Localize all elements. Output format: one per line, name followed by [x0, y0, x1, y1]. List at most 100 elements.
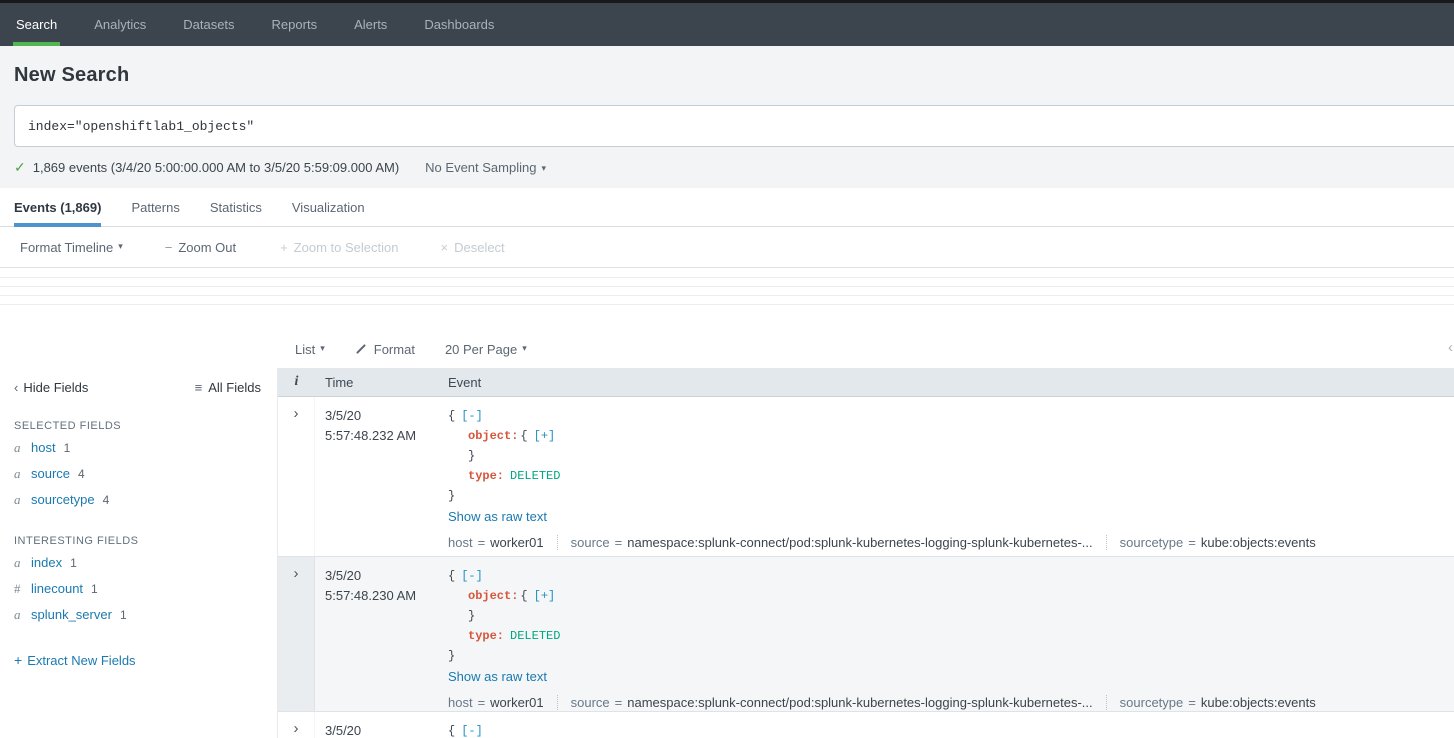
deselect-button[interactable]: ×Deselect: [441, 240, 505, 255]
list-view-label: List: [295, 342, 315, 357]
field-label: sourcetype: [1120, 535, 1184, 550]
zoom-out-button[interactable]: −Zoom Out: [165, 240, 236, 255]
collapse-node-button[interactable]: [-]: [461, 409, 483, 423]
collapse-node-button[interactable]: [-]: [461, 569, 483, 583]
json-line: {[-]: [448, 566, 1438, 586]
expand-node-button[interactable]: [+]: [534, 429, 556, 443]
field-label: source: [571, 535, 610, 550]
chevron-left-icon: ‹: [14, 380, 18, 395]
selected-fields-header: SELECTED FIELDS: [14, 420, 261, 432]
event-timeline-chart[interactable]: [0, 268, 1454, 330]
field-label: host: [448, 535, 473, 550]
field-value[interactable]: namespace:splunk-connect/pod:splunk-kube…: [627, 695, 1092, 710]
field-item-index[interactable]: a index 1: [14, 553, 261, 573]
list-view-dropdown[interactable]: List▾: [295, 342, 325, 357]
timeline-gridline: [0, 286, 1454, 287]
equals-sign: =: [615, 695, 623, 710]
field-item-host[interactable]: a host 1: [14, 438, 261, 458]
event-row: › 3/5/20 {[-]: [278, 712, 1454, 738]
field-type-icon: a: [14, 553, 27, 573]
extract-new-fields-link[interactable]: + Extract New Fields: [14, 652, 261, 668]
json-line: }: [448, 646, 1438, 666]
event-cell: {[-]: [448, 712, 1454, 738]
json-brace: {: [448, 409, 455, 423]
collapse-node-button[interactable]: [-]: [461, 724, 483, 738]
field-value[interactable]: namespace:splunk-connect/pod:splunk-kube…: [627, 535, 1092, 550]
equals-sign: =: [1188, 535, 1196, 550]
field-value[interactable]: kube:objects:events: [1201, 535, 1316, 550]
json-key[interactable]: type:: [468, 629, 504, 643]
field-type-icon: a: [14, 438, 27, 458]
expand-event-cell[interactable]: ›: [278, 557, 315, 711]
json-value[interactable]: DELETED: [510, 629, 560, 643]
nav-item-search[interactable]: Search: [14, 3, 59, 46]
hide-fields-button[interactable]: ‹ Hide Fields: [14, 380, 88, 395]
chevron-right-icon[interactable]: ›: [294, 405, 299, 422]
caret-down-icon: ▾: [522, 343, 527, 354]
field-type-icon: #: [14, 579, 27, 599]
nav-item-alerts[interactable]: Alerts: [352, 3, 389, 46]
field-item-sourcetype[interactable]: a sourcetype 4: [14, 490, 261, 510]
field-value[interactable]: kube:objects:events: [1201, 695, 1316, 710]
show-raw-text-link[interactable]: Show as raw text: [448, 667, 547, 687]
nav-item-reports[interactable]: Reports: [270, 3, 320, 46]
search-query-input[interactable]: [14, 105, 1454, 147]
field-item-linecount[interactable]: # linecount 1: [14, 579, 261, 599]
format-button[interactable]: Format: [355, 342, 415, 357]
zoom-to-selection-label: Zoom to Selection: [294, 240, 399, 255]
result-summary-bar: ✓ 1,869 events (3/4/20 5:00:00.000 AM to…: [0, 147, 1454, 188]
field-name[interactable]: host: [31, 438, 56, 458]
json-value[interactable]: DELETED: [510, 469, 560, 483]
app-navbar: Search Analytics Datasets Reports Alerts…: [0, 3, 1454, 46]
tab-visualization[interactable]: Visualization: [292, 188, 365, 226]
field-label: host: [448, 695, 473, 710]
field-name[interactable]: sourcetype: [31, 490, 95, 510]
field-item-source[interactable]: a source 4: [14, 464, 261, 484]
tab-statistics[interactable]: Statistics: [210, 188, 262, 226]
fields-sidebar-header: ‹ Hide Fields ≡ All Fields: [14, 380, 261, 395]
format-timeline-dropdown[interactable]: Format Timeline▾: [20, 240, 123, 255]
json-line: }: [448, 486, 1438, 506]
plus-icon: +: [280, 240, 288, 255]
event-fields-row: host = worker01 source = namespace:splunk-co…: [448, 534, 1438, 551]
nav-item-analytics[interactable]: Analytics: [92, 3, 148, 46]
zoom-out-label: Zoom Out: [178, 240, 236, 255]
json-line: }: [448, 606, 1438, 626]
field-separator: [557, 535, 558, 550]
field-name[interactable]: source: [31, 464, 70, 484]
chevron-right-icon[interactable]: ›: [294, 720, 299, 737]
timeline-gridline: [0, 277, 1454, 278]
field-value[interactable]: worker01: [490, 535, 543, 550]
all-fields-label: All Fields: [208, 380, 261, 395]
deselect-label: Deselect: [454, 240, 505, 255]
equals-sign: =: [615, 535, 623, 550]
nav-item-dashboards[interactable]: Dashboards: [422, 3, 496, 46]
caret-down-icon: ▾: [541, 163, 546, 174]
tab-patterns[interactable]: Patterns: [131, 188, 179, 226]
json-key[interactable]: type:: [468, 469, 504, 483]
field-name[interactable]: splunk_server: [31, 605, 112, 625]
pagination-prev-icon[interactable]: ‹: [1448, 339, 1453, 356]
field-value[interactable]: worker01: [490, 695, 543, 710]
nav-item-datasets[interactable]: Datasets: [181, 3, 236, 46]
field-name[interactable]: linecount: [31, 579, 83, 599]
event-sampling-dropdown[interactable]: No Event Sampling▾: [425, 160, 546, 175]
per-page-dropdown[interactable]: 20 Per Page▾: [445, 342, 527, 357]
json-key[interactable]: object:: [468, 589, 518, 603]
event-json: {[-] object:{ [+] } type: DELETED }: [448, 566, 1438, 666]
tab-events[interactable]: Events (1,869): [14, 188, 101, 226]
json-brace: {: [520, 589, 527, 603]
zoom-to-selection-button[interactable]: + Zoom to Selection: [280, 240, 398, 255]
all-fields-button[interactable]: ≡ All Fields: [195, 380, 261, 395]
field-name[interactable]: index: [31, 553, 62, 573]
json-key[interactable]: object:: [468, 429, 518, 443]
field-value-count: 1: [64, 438, 71, 458]
chevron-right-icon[interactable]: ›: [294, 565, 299, 582]
expand-event-cell[interactable]: ›: [278, 397, 315, 556]
field-item-splunk-server[interactable]: a splunk_server 1: [14, 605, 261, 625]
expand-node-button[interactable]: [+]: [534, 589, 556, 603]
caret-down-icon: ▾: [118, 241, 123, 252]
expand-event-cell[interactable]: ›: [278, 712, 315, 738]
event-row: › 3/5/20 5:57:48.232 AM {[-] object:{[+]…: [278, 397, 1454, 557]
show-raw-text-link[interactable]: Show as raw text: [448, 507, 547, 527]
